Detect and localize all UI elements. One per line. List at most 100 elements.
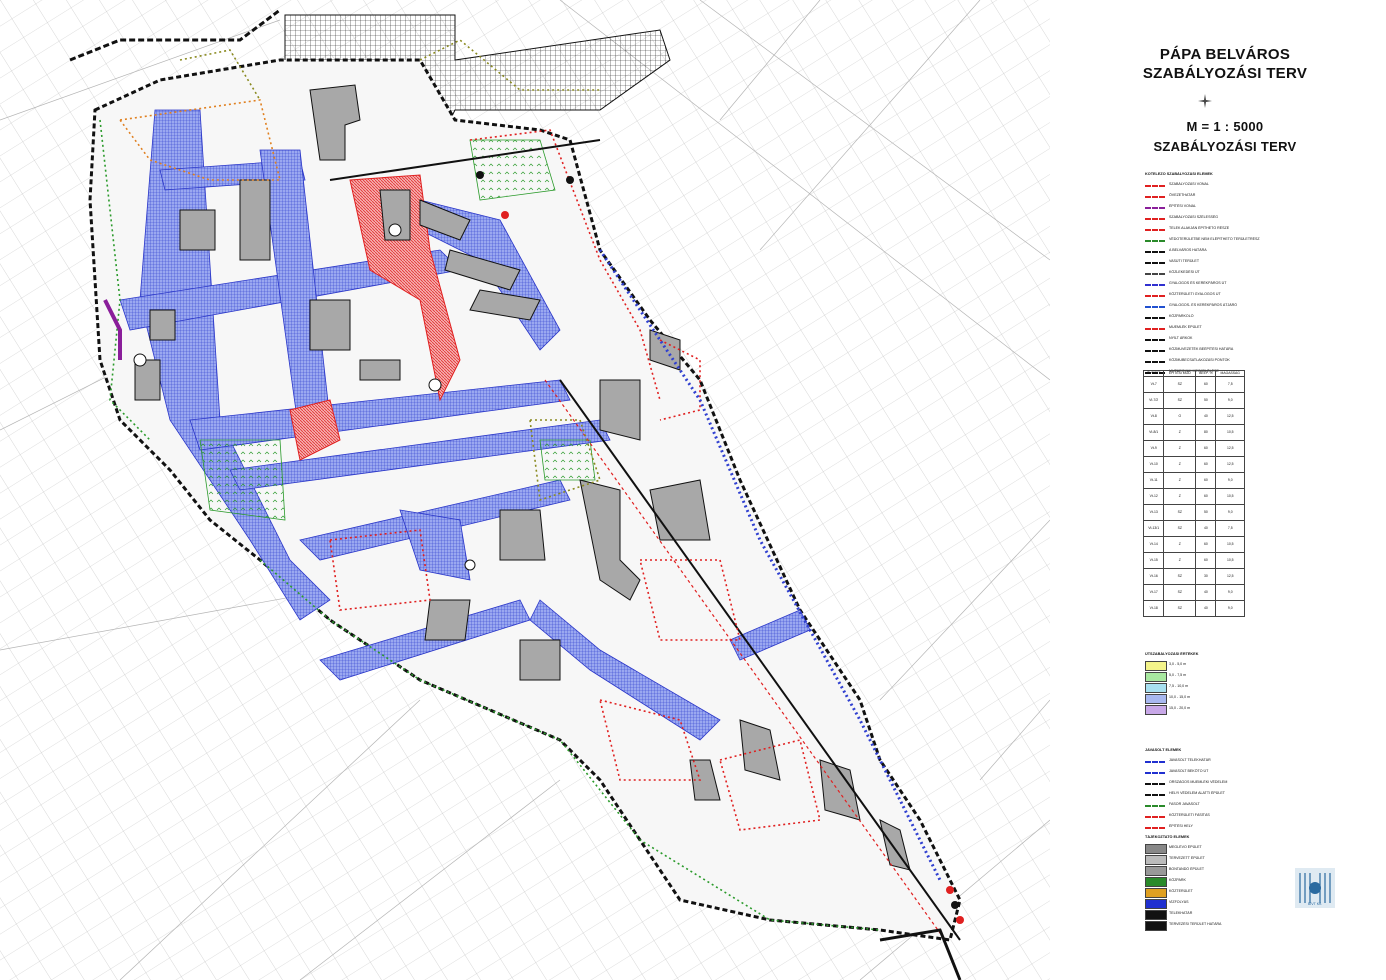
- zone-table-cell: 12,5: [1215, 408, 1245, 425]
- zone-table-row: Vt-7/2 SZ 50 9,0: [1142, 392, 1245, 409]
- legend-symbol: [1145, 877, 1167, 887]
- legend-item: MŰEMLÉK ÉPÜLET: [1145, 323, 1285, 333]
- zone-table-cell: 60: [1195, 488, 1217, 505]
- legend-label: KÖZLEKEDÉSI ÚT: [1169, 270, 1200, 274]
- legend-label: GYALOGOS- ÉS KERÉKPÁROS ÁTJÁRÓ: [1169, 303, 1238, 307]
- zone-table-cell: Vt-14: [1142, 536, 1165, 553]
- zone-table-cell: 40: [1195, 600, 1217, 617]
- legend-item: 15,0 - 20,0 m: [1145, 704, 1285, 715]
- legend-label: 7,5 - 10,0 m: [1169, 684, 1189, 688]
- legend-item: SZABÁLYOZÁSI SZÉLESSÉG: [1145, 213, 1285, 223]
- zone-table-cell: Vt-16: [1142, 568, 1165, 585]
- legend-symbol: [1145, 772, 1165, 774]
- zone-table-cell: Vt-10: [1142, 456, 1165, 473]
- legend-label: 5,0 - 7,5 m: [1169, 673, 1187, 677]
- legend-item: TELEK ALAKJÁN ÉPÍTHETŐ RÉSZE: [1145, 224, 1285, 234]
- zone-table-cell: 7,5: [1215, 520, 1245, 537]
- zone-table-row: Vt-10 Z 60 12,5: [1142, 456, 1245, 473]
- legend-item: ÖVEZETHATÁR: [1145, 191, 1285, 201]
- legend-symbol: [1145, 694, 1167, 704]
- north-arrow-icon: [1198, 94, 1212, 108]
- zone-table-cell: 9,0: [1215, 472, 1245, 489]
- legend-label: VÍZFOLYÁS: [1169, 900, 1189, 904]
- legend-item: 7,5 - 10,0 m: [1145, 682, 1285, 693]
- legend-label: JAVASOLT BEKÖTŐ ÚT: [1169, 769, 1209, 773]
- legend-label: JAVASOLT TELEKHATÁR: [1169, 758, 1211, 762]
- legend-item: KÖZPARK: [1145, 876, 1285, 887]
- legend-symbol: [1145, 229, 1165, 231]
- zone-table-cell: Z: [1163, 472, 1197, 489]
- legend-item: GYALOGOS ÉS KERÉKPÁROS ÚT: [1145, 279, 1285, 289]
- legend-symbol: [1145, 306, 1165, 308]
- zone-table-cell: Z: [1163, 552, 1197, 569]
- legend-symbol: [1145, 196, 1165, 198]
- legend-item: KÖZLEKEDÉSI ÚT: [1145, 268, 1285, 278]
- legend-item: ORSZÁGOS MŰEMLÉKI VÉDELEM: [1145, 778, 1285, 788]
- zone-table-cell: 9,0: [1215, 600, 1245, 617]
- zone-table-cell: SZ: [1163, 584, 1197, 601]
- zone-table-cell: 50: [1195, 392, 1217, 409]
- legend-item: VASÚTI TERÜLET: [1145, 257, 1285, 267]
- legend-symbol: [1145, 251, 1165, 253]
- zone-table-cell: Vt-15: [1142, 552, 1165, 569]
- zone-table-cell: SZ: [1163, 504, 1197, 521]
- legend-item: KÖZTERÜLETI FÁSÍTÁS: [1145, 811, 1285, 821]
- legend-symbol: [1145, 783, 1165, 785]
- legend-label: ÉPÍTÉSI VONAL: [1169, 204, 1196, 208]
- legend-label: VÉDŐTERÜLETBE NEM ELÉPÍTHETŐ TERÜLETRÉSZ: [1169, 237, 1260, 241]
- legend-label: KÖZTERÜLETI GYALOGOS ÚT: [1169, 292, 1221, 296]
- zone-table-cell: SZ: [1163, 392, 1197, 409]
- zone-table-cell: 60: [1195, 536, 1217, 553]
- zone-table-cell: Vt-11: [1142, 472, 1165, 489]
- legend-symbol: [1145, 844, 1167, 854]
- legend-item: VÍZFOLYÁS: [1145, 898, 1285, 909]
- legend-item: TELEKHATÁR: [1145, 909, 1285, 920]
- zone-table-cell: Z: [1163, 456, 1197, 473]
- legend-label: VASÚTI TERÜLET: [1169, 259, 1200, 263]
- zone-table-cell: 12,5: [1215, 568, 1245, 585]
- legend-symbol: [1145, 284, 1165, 286]
- legend-symbol: [1145, 295, 1165, 297]
- zone-table-cell: Vt-17: [1142, 584, 1165, 601]
- legend-item: SZABÁLYOZÁSI VONAL: [1145, 180, 1285, 190]
- zone-table-row: Vt-14 Z 60 10,5: [1142, 536, 1245, 553]
- legend-symbol: [1145, 794, 1165, 796]
- zone-table-row: Vt-15 Z 60 10,5: [1142, 552, 1245, 569]
- zone-table-cell: 60: [1195, 552, 1217, 569]
- zone-table: ÖVEZET ÉPÍTÉSI MÓD BEÉP. % MAGASSÁG Vt-7 SZ 60…: [1142, 370, 1245, 617]
- legend-item: 10,0 - 15,0 m: [1145, 693, 1285, 704]
- legend-item: 5,0 - 7,5 m: [1145, 671, 1285, 682]
- zone-table-cell: 40: [1195, 520, 1217, 537]
- zone-table-cell: 7,5: [1215, 376, 1245, 393]
- zone-table-cell: Z: [1163, 536, 1197, 553]
- legend-label: TERVEZÉSI TERÜLET HATÁRA: [1169, 922, 1222, 926]
- legend-item: NYÍLT ÁRKOK: [1145, 334, 1285, 344]
- legend-item: ÉPÍTÉSI HELY: [1145, 822, 1285, 832]
- zone-table-cell: 12,5: [1215, 456, 1245, 473]
- legend-symbol: [1145, 805, 1165, 807]
- zone-table-row: Vt-13 SZ 50 9,0: [1142, 504, 1245, 521]
- zone-table-cell: Vt-7: [1142, 376, 1165, 393]
- legend-item: MEGLÉVŐ ÉPÜLET: [1145, 843, 1285, 854]
- zone-table-cell: 10,5: [1215, 536, 1245, 553]
- zone-table-cell: 9,0: [1215, 584, 1245, 601]
- legend-label: SZABÁLYOZÁSI VONAL: [1169, 182, 1209, 186]
- zone-table-row: Vt-16 SZ 30 12,5: [1142, 568, 1245, 585]
- zone-table-row: Vt-8/1 Z 80 10,5: [1142, 424, 1245, 441]
- zone-table-cell: 60: [1195, 472, 1217, 489]
- zone-table-row: Vt-7 SZ 60 7,5: [1142, 376, 1245, 393]
- zone-table-cell: Z: [1163, 424, 1197, 441]
- legend-item: KÖZPARKOLÓ: [1145, 312, 1285, 322]
- legend-item: KÖZMŰVEZETÉK BEÉPÍTÉSI HATÁRA: [1145, 345, 1285, 355]
- zone-table-row: Vt-9 Z 60 12,5: [1142, 440, 1245, 457]
- map-subtitle: SZABÁLYOZÁSI TERV: [1153, 139, 1297, 154]
- legend-label: KÖZTERÜLETI FÁSÍTÁS: [1169, 813, 1210, 817]
- legend-item: KÖZMŰBECSATLAKOZÁSI PONTOK: [1145, 356, 1285, 366]
- legend-label: MŰEMLÉK ÉPÜLET: [1169, 325, 1202, 329]
- legend-label: BONTANDÓ ÉPÜLET: [1169, 867, 1205, 871]
- legend-symbol: [1145, 185, 1165, 187]
- legend-symbol: [1145, 273, 1165, 275]
- legend-symbol: [1145, 361, 1165, 363]
- legend-section-info: TÁJÉKOZTATÓ ELEMEK: [1145, 835, 1190, 839]
- legend-item: JAVASOLT TELEKHATÁR: [1145, 756, 1285, 766]
